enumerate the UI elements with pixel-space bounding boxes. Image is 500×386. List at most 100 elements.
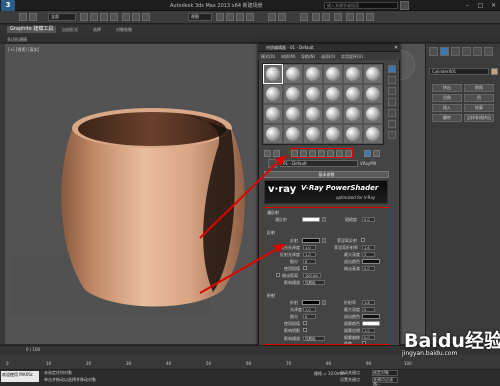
flip-button[interactable]: 翻转 [432, 114, 462, 122]
percent-snap-icon[interactable] [246, 13, 254, 21]
sample-slot[interactable] [284, 125, 302, 143]
menu-options[interactable]: 选项(O) [321, 54, 335, 60]
sample-type-icon[interactable] [388, 65, 396, 73]
sample-slot[interactable] [324, 65, 342, 83]
menu-navigation[interactable]: 导航(N) [301, 54, 315, 60]
sample-slot[interactable] [324, 125, 342, 143]
sample-slot[interactable] [344, 65, 362, 83]
sample-slot[interactable] [263, 64, 283, 84]
show-end-result-icon[interactable] [364, 150, 371, 157]
maxscript-listener[interactable]: 欢迎使用 MAXSc [1, 371, 39, 382]
motion-tab-icon[interactable] [462, 47, 471, 56]
create-tab-icon[interactable] [429, 47, 438, 56]
put-to-scene-icon[interactable] [273, 150, 280, 157]
align-icon[interactable] [278, 13, 286, 21]
render-frame-icon[interactable] [356, 13, 364, 21]
curve-editor-icon[interactable] [312, 13, 320, 21]
selected-dropdown[interactable]: 选定对象 [372, 370, 398, 376]
material-editor-close-button[interactable]: ✕ [392, 44, 400, 52]
snap-icon[interactable] [226, 13, 234, 21]
background-icon[interactable] [388, 87, 396, 95]
eyedropper-icon[interactable] [268, 159, 277, 168]
go-to-parent-icon[interactable] [373, 150, 380, 157]
rect-selection-icon[interactable] [100, 13, 108, 21]
sample-slot[interactable] [324, 105, 342, 123]
select-by-name-icon[interactable] [90, 13, 98, 21]
vase-model[interactable] [45, 100, 250, 315]
schematic-icon[interactable] [322, 13, 330, 21]
sample-slot[interactable] [344, 105, 362, 123]
sample-slot[interactable] [364, 65, 382, 83]
extrude-along-spline-button[interactable]: 沿样条线挤出 [464, 114, 494, 122]
material-type-button[interactable]: VRayMtl [360, 160, 384, 167]
pivot-icon[interactable] [216, 13, 224, 21]
undo-icon[interactable] [19, 13, 27, 21]
options-icon[interactable] [388, 131, 396, 139]
tab-freeform[interactable]: 自由形式 [62, 27, 78, 33]
sample-slot[interactable] [264, 105, 282, 123]
sample-slot[interactable] [344, 125, 362, 143]
tab-object-paint[interactable]: 对象绘制 [116, 27, 132, 33]
menu-modes[interactable]: 模式(D) [261, 54, 275, 60]
sample-slot[interactable] [364, 85, 382, 103]
get-material-icon[interactable] [264, 150, 271, 157]
maximize-button[interactable]: □ [474, 0, 487, 11]
hierarchy-tab-icon[interactable] [451, 47, 460, 56]
sample-slot[interactable] [364, 125, 382, 143]
minimize-button[interactable]: – [461, 0, 474, 11]
mirror-icon[interactable] [268, 13, 276, 21]
sample-slot[interactable] [304, 125, 322, 143]
viewport-label[interactable]: [+] [透视] [真实] [8, 47, 39, 53]
polygon-modeling-label[interactable]: 多边形建模 [7, 37, 27, 43]
sample-slot[interactable] [304, 65, 322, 83]
sample-slot[interactable] [304, 85, 322, 103]
make-preview-icon[interactable] [388, 120, 396, 128]
window-crossing-icon[interactable] [110, 13, 118, 21]
modify-tab-icon[interactable] [440, 47, 449, 56]
bridge-button[interactable]: 桥 [464, 94, 494, 102]
bevel-button[interactable]: 倒角 [464, 84, 494, 92]
sample-slot[interactable] [284, 85, 302, 103]
app-logo[interactable]: 3 [1, 0, 15, 11]
scale-icon[interactable] [142, 13, 150, 21]
render-setup-icon[interactable] [346, 13, 354, 21]
redo-icon[interactable] [29, 13, 37, 21]
chamfer-button[interactable]: 切角 [432, 94, 462, 102]
rotate-icon[interactable] [132, 13, 140, 21]
layer-icon[interactable] [300, 13, 308, 21]
key-filters-button[interactable]: 关键点过滤器... [372, 377, 398, 386]
sample-slot[interactable] [304, 105, 322, 123]
search-input[interactable]: 键入关键字或短语 [324, 2, 398, 9]
sample-slot[interactable] [364, 105, 382, 123]
auto-key-button[interactable]: 自动关键点 [340, 370, 368, 376]
extrude-button[interactable]: 挤出 [432, 84, 462, 92]
video-color-check-icon[interactable] [388, 109, 396, 117]
sample-slot[interactable] [264, 125, 282, 143]
material-editor-icon[interactable] [334, 13, 342, 21]
sample-slot[interactable] [264, 85, 282, 103]
object-name-field[interactable]: Cylinder001 [429, 68, 489, 75]
set-key-button[interactable]: 设置关键点 [340, 377, 368, 383]
close-button[interactable]: ✕ [487, 0, 500, 11]
help-icon[interactable] [400, 1, 409, 10]
render-icon[interactable] [366, 13, 374, 21]
selection-filter-dropdown[interactable]: 全部 [48, 13, 76, 21]
basic-parameters-rollout[interactable]: 基本参数 [264, 171, 389, 178]
sample-slot[interactable] [324, 85, 342, 103]
tab-graphite[interactable]: Graphite 建模工具 [7, 26, 57, 33]
display-tab-icon[interactable] [473, 47, 482, 56]
inset-button[interactable]: 插入 [432, 104, 462, 112]
select-object-icon[interactable] [80, 13, 88, 21]
sample-slot[interactable] [284, 105, 302, 123]
sample-slot[interactable] [344, 85, 362, 103]
backlight-icon[interactable] [388, 76, 396, 84]
tab-selection[interactable]: 选择 [93, 27, 101, 33]
menu-material[interactable]: 材质(M) [281, 54, 296, 60]
utilities-tab-icon[interactable] [484, 47, 493, 56]
angle-snap-icon[interactable] [236, 13, 244, 21]
sample-slot[interactable] [284, 65, 302, 83]
object-color-swatch[interactable] [491, 68, 498, 75]
menu-utilities[interactable]: 实用程序(U) [341, 54, 363, 60]
outline-button[interactable]: 轮廓 [464, 104, 494, 112]
reference-coord-dropdown[interactable]: 视图 [188, 13, 212, 21]
